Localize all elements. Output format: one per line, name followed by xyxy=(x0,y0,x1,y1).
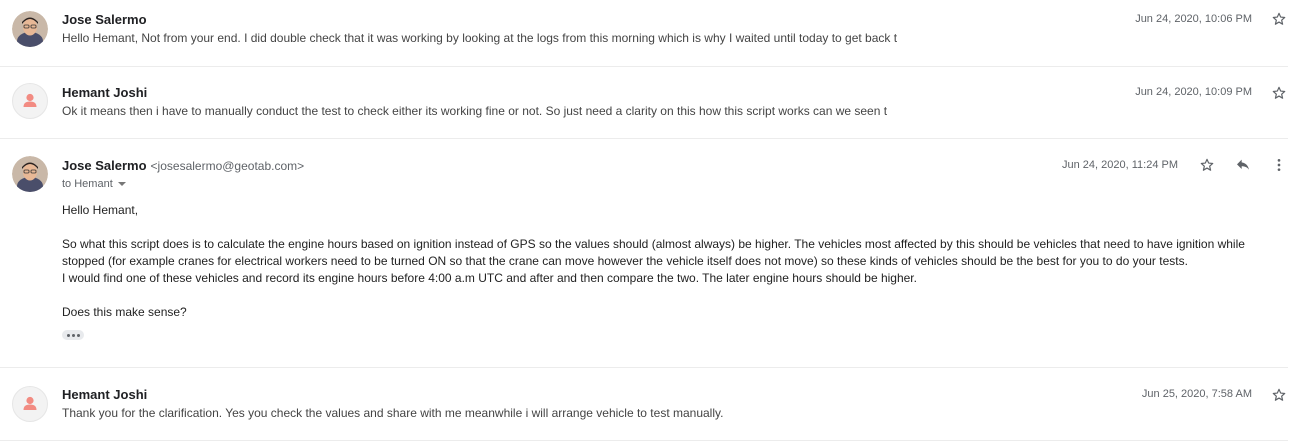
collapsed-message[interactable]: Jose Salermo Hello Hemant, Not from your… xyxy=(0,0,1288,67)
message-body: Hello Hemant, So what this script does i… xyxy=(62,202,1287,321)
message-date: Jun 24, 2020, 11:24 PM xyxy=(1062,159,1178,171)
email-thread: Jose Salermo Hello Hemant, Not from your… xyxy=(0,0,1307,447)
star-icon[interactable] xyxy=(1270,84,1288,102)
chevron-down-icon xyxy=(117,182,126,187)
body-paragraph: So what this script does is to calculate… xyxy=(62,237,1245,268)
sender-name: Jose Salermo xyxy=(62,12,147,27)
message-date: Jun 25, 2020, 7:58 AM xyxy=(1141,388,1252,400)
collapsed-message[interactable]: Hemant Joshi Thank you for the clarifica… xyxy=(0,367,1288,441)
star-icon[interactable] xyxy=(1270,386,1288,404)
avatar[interactable] xyxy=(12,156,48,192)
sender-name: Hemant Joshi xyxy=(62,387,148,402)
sender-name: Hemant Joshi xyxy=(62,85,148,100)
show-trimmed-content-icon[interactable] xyxy=(62,330,84,340)
body-greeting: Hello Hemant, xyxy=(62,203,139,217)
star-icon[interactable] xyxy=(1270,10,1288,28)
avatar[interactable] xyxy=(12,11,48,47)
recipient-label: to Hemant xyxy=(62,178,113,190)
message-snippet: Thank you for the clarification. Yes you… xyxy=(62,406,724,420)
sender-line: Jose Salermo <josesalermo@geotab.com> xyxy=(62,158,304,173)
more-vert-icon[interactable] xyxy=(1270,156,1288,174)
collapsed-message[interactable]: Hemant Joshi Ok it means then i have to … xyxy=(0,66,1288,139)
expanded-message: Jose Salermo <josesalermo@geotab.com> to … xyxy=(0,138,1288,368)
message-snippet: Hello Hemant, Not from your end. I did d… xyxy=(62,31,898,45)
sender-name: Jose Salermo xyxy=(62,158,147,173)
body-paragraph: I would find one of these vehicles and r… xyxy=(62,271,917,285)
message-date: Jun 24, 2020, 10:09 PM xyxy=(1135,86,1252,98)
reply-icon[interactable] xyxy=(1234,156,1252,174)
message-date: Jun 24, 2020, 10:06 PM xyxy=(1135,13,1252,25)
star-icon[interactable] xyxy=(1198,156,1216,174)
message-snippet: Ok it means then i have to manually cond… xyxy=(62,104,888,118)
sender-email: <josesalermo@geotab.com> xyxy=(150,159,305,173)
recipient-details-toggle[interactable]: to Hemant xyxy=(62,178,126,190)
avatar[interactable] xyxy=(12,386,48,422)
avatar[interactable] xyxy=(12,83,48,119)
body-question: Does this make sense? xyxy=(62,305,187,319)
